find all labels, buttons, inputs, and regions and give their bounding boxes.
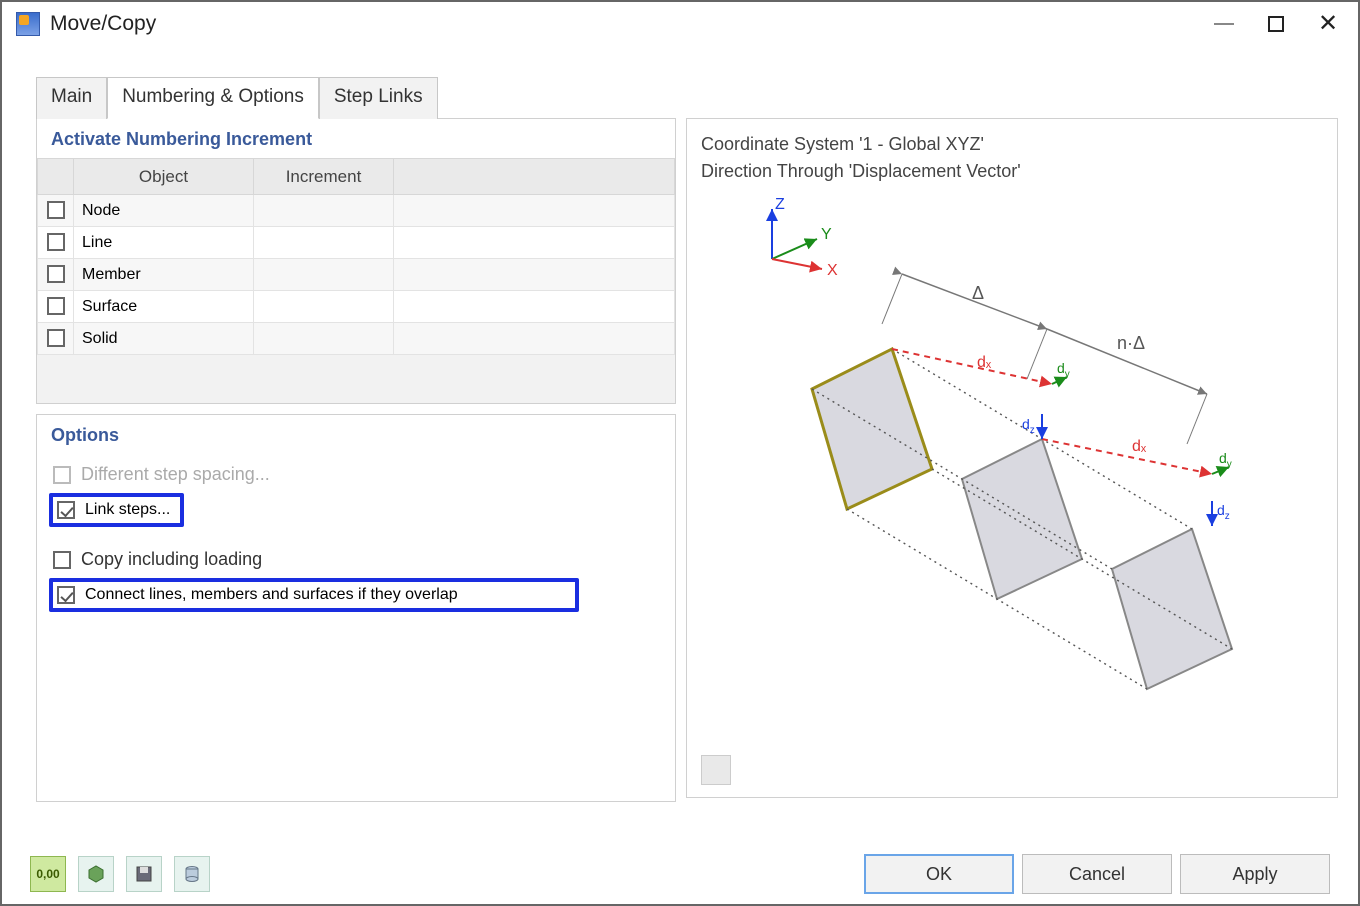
preview-diagram: Z Y X Δ n·Δ bbox=[717, 189, 1297, 709]
app-icon bbox=[16, 12, 40, 36]
tabstrip: Main Numbering & Options Step Links bbox=[36, 76, 1338, 118]
label-link-steps: Link steps... bbox=[85, 501, 170, 519]
label-connect-overlap: Connect lines, members and surfaces if t… bbox=[85, 586, 458, 604]
table-row: Member bbox=[38, 259, 675, 291]
checkbox-copy-loading[interactable] bbox=[53, 551, 71, 569]
minimize-button[interactable] bbox=[1198, 4, 1250, 44]
cell-member: Member bbox=[74, 259, 254, 291]
increment-member[interactable] bbox=[254, 259, 394, 291]
col-increment: Increment bbox=[254, 159, 394, 195]
svg-text:dy: dy bbox=[1057, 360, 1070, 380]
window-title: Move/Copy bbox=[50, 12, 156, 36]
cell-node: Node bbox=[74, 195, 254, 227]
checkbox-member[interactable] bbox=[47, 265, 65, 283]
preview-line1: Coordinate System '1 - Global XYZ' bbox=[701, 131, 1323, 158]
cancel-button[interactable]: Cancel bbox=[1022, 854, 1172, 894]
table-row: Surface bbox=[38, 291, 675, 323]
svg-text:dₓ: dₓ bbox=[977, 354, 992, 371]
increment-line[interactable] bbox=[254, 227, 394, 259]
tab-step-links[interactable]: Step Links bbox=[319, 77, 438, 119]
label-diff-step: Different step spacing... bbox=[81, 464, 270, 485]
highlight-link-steps: Link steps... bbox=[49, 493, 184, 527]
tab-main[interactable]: Main bbox=[36, 77, 107, 119]
preview-line2: Direction Through 'Displacement Vector' bbox=[701, 158, 1323, 185]
checkbox-surface[interactable] bbox=[47, 297, 65, 315]
label-copy-loading: Copy including loading bbox=[81, 549, 262, 570]
preview-panel: Coordinate System '1 - Global XYZ' Direc… bbox=[686, 118, 1338, 798]
option-copy-loading: Copy including loading bbox=[49, 543, 663, 576]
table-row: Line bbox=[38, 227, 675, 259]
close-button[interactable]: ✕ bbox=[1302, 4, 1354, 44]
svg-text:Δ: Δ bbox=[972, 283, 984, 303]
svg-text:Z: Z bbox=[775, 196, 785, 213]
toolbar-precision-icon[interactable]: 0,00 bbox=[30, 856, 66, 892]
options-heading: Options bbox=[37, 415, 675, 454]
cell-solid: Solid bbox=[74, 323, 254, 355]
svg-text:n·Δ: n·Δ bbox=[1117, 333, 1145, 353]
checkbox-solid[interactable] bbox=[47, 329, 65, 347]
numbering-heading: Activate Numbering Increment bbox=[37, 119, 675, 158]
checkbox-link-steps[interactable] bbox=[57, 501, 75, 519]
increment-solid[interactable] bbox=[254, 323, 394, 355]
col-object: Object bbox=[74, 159, 254, 195]
maximize-button[interactable] bbox=[1250, 4, 1302, 44]
titlebar: Move/Copy ✕ bbox=[2, 2, 1358, 46]
highlight-connect-overlap: Connect lines, members and surfaces if t… bbox=[49, 578, 579, 612]
checkbox-diff-step bbox=[53, 466, 71, 484]
option-different-step-spacing: Different step spacing... bbox=[49, 458, 663, 491]
toolbar-db-icon[interactable] bbox=[174, 856, 210, 892]
toolbar-box-icon[interactable] bbox=[78, 856, 114, 892]
svg-text:Y: Y bbox=[821, 226, 832, 243]
svg-text:dₓ: dₓ bbox=[1132, 438, 1147, 455]
cell-line: Line bbox=[74, 227, 254, 259]
group-options: Options Different step spacing... Link s… bbox=[36, 414, 676, 802]
svg-text:X: X bbox=[827, 262, 838, 279]
cell-surface: Surface bbox=[74, 291, 254, 323]
ok-button[interactable]: OK bbox=[864, 854, 1014, 894]
preview-settings-icon[interactable] bbox=[701, 755, 731, 785]
checkbox-connect-overlap[interactable] bbox=[57, 586, 75, 604]
increment-surface[interactable] bbox=[254, 291, 394, 323]
increment-node[interactable] bbox=[254, 195, 394, 227]
svg-text:dz: dz bbox=[1217, 502, 1230, 522]
tab-numbering-options[interactable]: Numbering & Options bbox=[107, 77, 319, 119]
toolbar-save-icon[interactable] bbox=[126, 856, 162, 892]
group-numbering-increment: Activate Numbering Increment Object Incr… bbox=[36, 118, 676, 404]
svg-text:dy: dy bbox=[1219, 450, 1232, 470]
svg-text:dz: dz bbox=[1022, 416, 1035, 436]
footer: 0,00 OK Cancel Apply bbox=[2, 854, 1358, 894]
apply-button[interactable]: Apply bbox=[1180, 854, 1330, 894]
checkbox-node[interactable] bbox=[47, 201, 65, 219]
numbering-table: Object Increment Node Line bbox=[37, 158, 675, 403]
table-row: Solid bbox=[38, 323, 675, 355]
checkbox-line[interactable] bbox=[47, 233, 65, 251]
table-row: Node bbox=[38, 195, 675, 227]
